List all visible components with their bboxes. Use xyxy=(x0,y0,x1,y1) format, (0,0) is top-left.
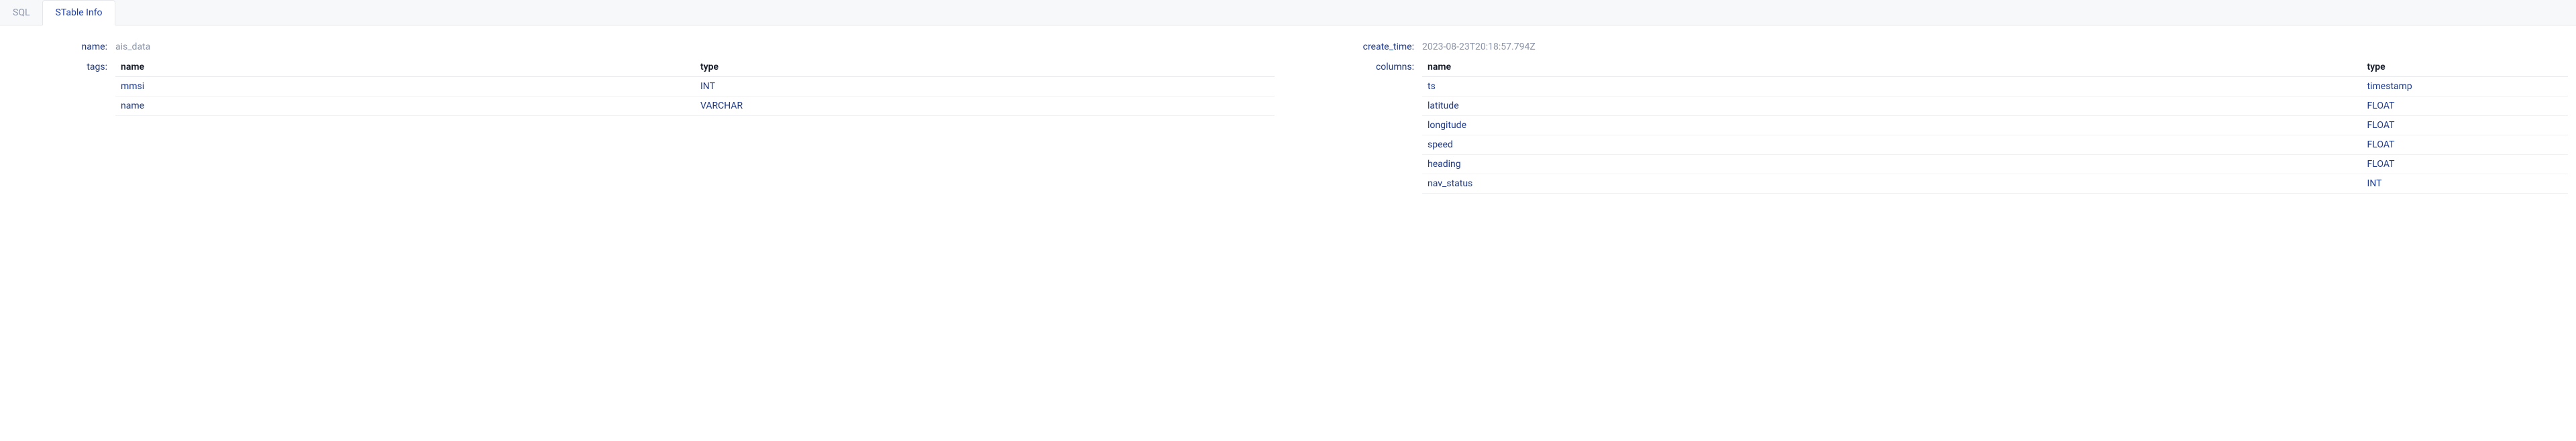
column-type: FLOAT xyxy=(2362,135,2568,155)
stable-info-content: name: ais_data tags: name type mmsi INT xyxy=(0,25,2576,211)
tags-header-type: type xyxy=(695,58,1275,77)
column-type: FLOAT xyxy=(2362,155,2568,174)
tags-label: tags: xyxy=(8,58,115,72)
name-value: ais_data xyxy=(115,38,1275,52)
column-type: FLOAT xyxy=(2362,97,2568,116)
column-name: heading xyxy=(1422,155,2362,174)
table-row: mmsi INT xyxy=(115,77,1275,97)
column-name: latitude xyxy=(1422,97,2362,116)
field-tags: tags: name type mmsi INT name VARCHAR xyxy=(8,58,1275,116)
column-name: ts xyxy=(1422,77,2362,97)
right-column: create_time: 2023-08-23T20:18:57.794Z co… xyxy=(1301,38,2568,199)
field-create-time: create_time: 2023-08-23T20:18:57.794Z xyxy=(1301,38,2568,52)
columns-table: name type ts timestamp latitude FLOAT lo… xyxy=(1422,58,2568,194)
tags-table: name type mmsi INT name VARCHAR xyxy=(115,58,1275,116)
columns-header-type: type xyxy=(2362,58,2568,77)
tag-name: name xyxy=(115,97,695,116)
table-row: latitude FLOAT xyxy=(1422,97,2568,116)
column-type: FLOAT xyxy=(2362,116,2568,135)
column-name: longitude xyxy=(1422,116,2362,135)
field-name: name: ais_data xyxy=(8,38,1275,52)
tab-sql[interactable]: SQL xyxy=(0,0,42,25)
column-name: speed xyxy=(1422,135,2362,155)
table-row: nav_status INT xyxy=(1422,174,2568,194)
create-time-value: 2023-08-23T20:18:57.794Z xyxy=(1422,38,2568,52)
column-type: INT xyxy=(2362,174,2568,194)
columns-header-name: name xyxy=(1422,58,2362,77)
table-row: heading FLOAT xyxy=(1422,155,2568,174)
tab-bar: SQL STable Info xyxy=(0,0,2576,25)
tag-type: INT xyxy=(695,77,1275,97)
name-label: name: xyxy=(8,38,115,52)
table-row: name VARCHAR xyxy=(115,97,1275,116)
tag-name: mmsi xyxy=(115,77,695,97)
columns-label: columns: xyxy=(1301,58,1422,72)
create-time-label: create_time: xyxy=(1301,38,1422,52)
table-row: longitude FLOAT xyxy=(1422,116,2568,135)
tags-header-name: name xyxy=(115,58,695,77)
field-columns: columns: name type ts timestamp latitude xyxy=(1301,58,2568,194)
left-column: name: ais_data tags: name type mmsi INT xyxy=(8,38,1275,199)
table-row: speed FLOAT xyxy=(1422,135,2568,155)
tag-type: VARCHAR xyxy=(695,97,1275,116)
table-row: ts timestamp xyxy=(1422,77,2568,97)
column-name: nav_status xyxy=(1422,174,2362,194)
tab-stable-info[interactable]: STable Info xyxy=(42,0,115,25)
column-type: timestamp xyxy=(2362,77,2568,97)
